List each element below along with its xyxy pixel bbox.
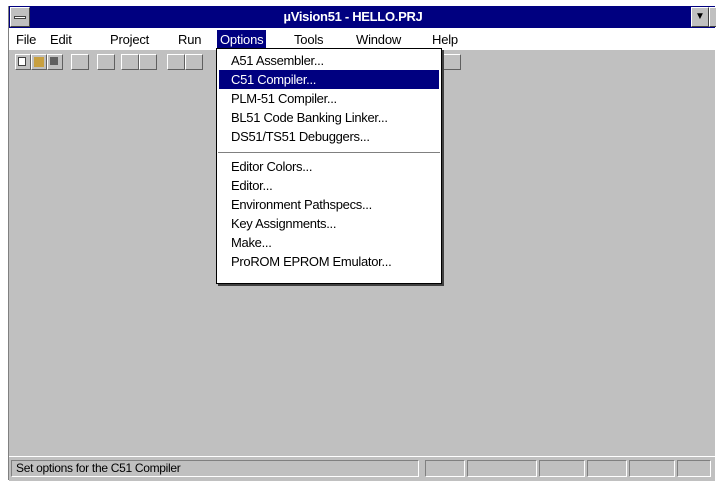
toolbar-button[interactable] <box>443 54 461 70</box>
status-cell <box>425 460 465 477</box>
menu-item-c51-compiler[interactable]: C51 Compiler... <box>219 70 439 89</box>
open-folder-icon[interactable] <box>31 54 47 70</box>
toolbar-button[interactable] <box>121 54 139 70</box>
status-cell <box>539 460 585 477</box>
status-cell <box>587 460 627 477</box>
menu-separator <box>218 152 440 153</box>
menu-item-plm51-compiler[interactable]: PLM-51 Compiler... <box>219 89 439 108</box>
menu-item-editor[interactable]: Editor... <box>219 176 439 195</box>
menu-tools[interactable]: Tools <box>291 31 326 48</box>
menu-bar: File Edit Project Run Options Tools Wind… <box>9 28 715 50</box>
menu-item-make[interactable]: Make... <box>219 233 439 252</box>
restore-icon[interactable] <box>709 7 716 27</box>
minimize-icon[interactable]: ▼ <box>691 7 709 27</box>
app-window: µVision51 - HELLO.PRJ ▼ File Edit Projec… <box>8 6 716 481</box>
menu-project[interactable]: Project <box>107 31 152 48</box>
toolbar-button[interactable] <box>167 54 185 70</box>
toolbar-button[interactable] <box>97 54 115 70</box>
menu-window[interactable]: Window <box>353 31 404 48</box>
menu-item-debuggers[interactable]: DS51/TS51 Debuggers... <box>219 127 439 146</box>
status-cell <box>467 460 537 477</box>
menu-edit[interactable]: Edit <box>47 31 75 48</box>
menu-item-bl51-linker[interactable]: BL51 Code Banking Linker... <box>219 108 439 127</box>
menu-run[interactable]: Run <box>175 31 204 48</box>
system-menu-icon[interactable] <box>10 7 30 27</box>
menu-options[interactable]: Options <box>217 30 267 49</box>
toolbar-button[interactable] <box>185 54 203 70</box>
menu-item-editor-colors[interactable]: Editor Colors... <box>219 157 439 176</box>
options-dropdown-menu: A51 Assembler... C51 Compiler... PLM-51 … <box>216 48 442 284</box>
menu-item-prorom-emulator[interactable]: ProROM EPROM Emulator... <box>219 252 439 271</box>
menu-help[interactable]: Help <box>429 31 461 48</box>
window-title: µVision51 - HELLO.PRJ <box>283 9 423 24</box>
toolbar-button[interactable] <box>71 54 89 70</box>
status-cell <box>629 460 675 477</box>
new-file-icon[interactable] <box>15 54 31 70</box>
title-bar[interactable]: µVision51 - HELLO.PRJ ▼ <box>9 6 716 28</box>
menu-item-key-assignments[interactable]: Key Assignments... <box>219 214 439 233</box>
status-cell <box>677 460 711 477</box>
status-text: Set options for the C51 Compiler <box>11 460 419 477</box>
menu-item-environment-pathspecs[interactable]: Environment Pathspecs... <box>219 195 439 214</box>
status-bar: Set options for the C51 Compiler <box>9 456 715 481</box>
menu-item-a51-assembler[interactable]: A51 Assembler... <box>219 51 439 70</box>
menu-file[interactable]: File <box>13 31 39 48</box>
toolbar-button[interactable] <box>139 54 157 70</box>
save-icon[interactable] <box>47 54 63 70</box>
